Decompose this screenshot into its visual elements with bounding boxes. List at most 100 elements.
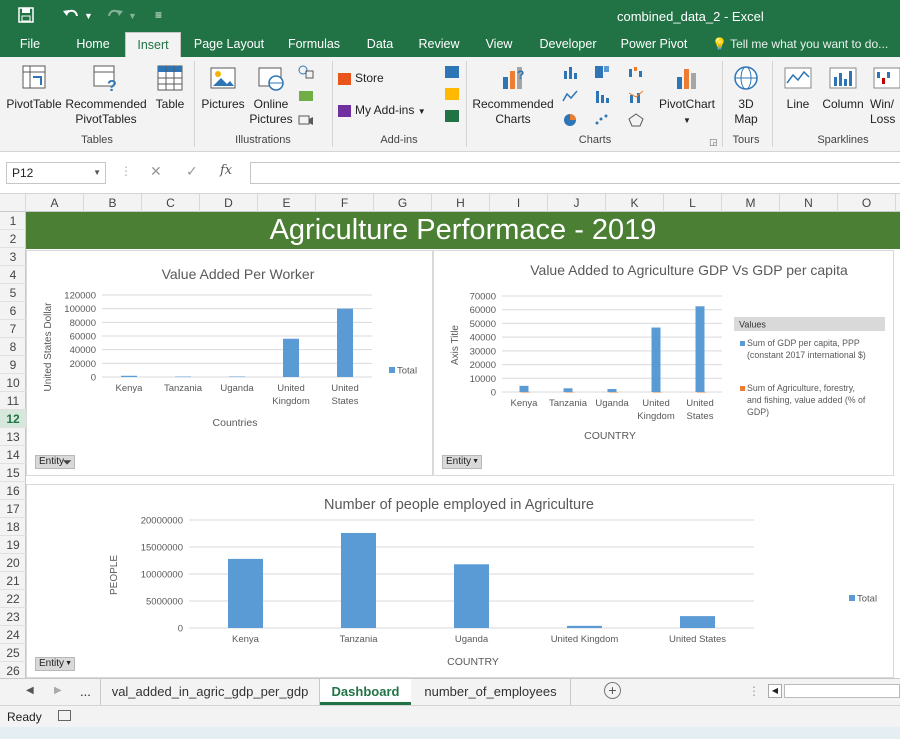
sparkline-column-button[interactable]: Column <box>818 63 868 112</box>
dialog-launcher-icon[interactable]: ◲ <box>709 137 718 148</box>
pivotchart-button[interactable]: PivotChart ▼ <box>656 63 718 128</box>
store-button[interactable]: Store <box>338 71 398 86</box>
tab-review[interactable]: Review <box>414 32 464 57</box>
row-header-18[interactable]: 18 <box>0 518 26 536</box>
pie-chart-icon[interactable] <box>562 113 578 127</box>
tab-splitter-icon[interactable]: ⋮ <box>748 684 760 698</box>
row-header-24[interactable]: 24 <box>0 626 26 644</box>
row-header-15[interactable]: 15 <box>0 464 26 482</box>
column-header-i[interactable]: I <box>490 194 548 212</box>
macro-record-icon[interactable] <box>58 710 71 721</box>
horizontal-scrollbar[interactable] <box>784 684 900 698</box>
tab-page-layout[interactable]: Page Layout <box>190 32 268 57</box>
row-header-10[interactable]: 10 <box>0 374 26 392</box>
row-header-22[interactable]: 22 <box>0 590 26 608</box>
people-graph-icon[interactable] <box>444 109 460 123</box>
chart-gdp-comparison[interactable]: Value Added to Agriculture GDP Vs GDP pe… <box>433 250 894 476</box>
column-header-j[interactable]: J <box>548 194 606 212</box>
row-header-3[interactable]: 3 <box>0 248 26 266</box>
name-box[interactable]: P12 ▼ <box>6 162 106 184</box>
tab-power-pivot[interactable]: Power Pivot <box>616 32 692 57</box>
bar-united-kingdom[interactable] <box>567 625 602 628</box>
tab-view[interactable]: View <box>478 32 520 57</box>
worksheet[interactable]: Agriculture Performace - 2019 Value Adde… <box>26 212 900 678</box>
scatter-chart-icon[interactable] <box>594 113 610 127</box>
column-header-n[interactable]: N <box>780 194 838 212</box>
row-header-21[interactable]: 21 <box>0 572 26 590</box>
radar-chart-icon[interactable] <box>628 113 644 127</box>
entity-filter-button[interactable]: Entity ⏷ <box>35 455 75 469</box>
redo-dropdown-icon[interactable]: ▼ <box>128 11 137 21</box>
smartart-icon[interactable] <box>298 89 314 103</box>
row-header-19[interactable]: 19 <box>0 536 26 554</box>
pivottable-button[interactable]: PivotTable <box>4 63 64 112</box>
bar-kenya[interactable] <box>519 385 529 392</box>
tab-file[interactable]: File <box>10 32 50 57</box>
visio-addin-icon[interactable] <box>444 65 460 79</box>
row-header-6[interactable]: 6 <box>0 302 26 320</box>
row-header-20[interactable]: 20 <box>0 554 26 572</box>
bar-uganda[interactable] <box>608 391 618 393</box>
undo-icon[interactable] <box>62 7 80 27</box>
3d-map-button[interactable]: 3D Map <box>726 63 766 127</box>
waterfall-chart-icon[interactable] <box>628 65 644 79</box>
bar-uganda[interactable] <box>229 376 245 378</box>
tell-me-search[interactable]: 💡 Tell me what you want to do... <box>712 32 888 57</box>
sparkline-line-button[interactable]: Line <box>778 63 818 112</box>
tab-formulas[interactable]: Formulas <box>283 32 345 57</box>
customize-toolbar-icon[interactable]: ≡ <box>155 8 162 22</box>
tab-insert[interactable]: Insert <box>125 32 181 57</box>
column-header-c[interactable]: C <box>142 194 200 212</box>
bar-kenya[interactable] <box>520 391 530 393</box>
sheet-tab-val-added[interactable]: val_added_in_agric_gdp_per_gdp <box>100 679 320 705</box>
entity-filter-button[interactable]: Entity ▼ <box>35 657 75 671</box>
bar-united-kingdom[interactable] <box>651 327 661 392</box>
cancel-icon[interactable]: ✕ <box>150 163 162 180</box>
recommended-pivottables-button[interactable]: ? Recommended PivotTables <box>64 63 148 127</box>
enter-icon[interactable]: ✓ <box>186 163 198 180</box>
statistic-chart-icon[interactable] <box>594 89 610 103</box>
column-header-g[interactable]: G <box>374 194 432 212</box>
bar-united-states[interactable] <box>695 306 705 392</box>
chart-value-added-per-worker[interactable]: Value Added Per Worker United States Doll… <box>26 250 433 476</box>
row-header-7[interactable]: 7 <box>0 320 26 338</box>
undo-dropdown-icon[interactable]: ▼ <box>84 11 93 21</box>
bar-united-kingdom[interactable] <box>283 338 299 377</box>
bar-tanzania[interactable] <box>175 376 191 378</box>
row-header-16[interactable]: 16 <box>0 482 26 500</box>
row-header-9[interactable]: 9 <box>0 356 26 374</box>
column-chart-icon[interactable] <box>562 65 578 79</box>
tab-data[interactable]: Data <box>360 32 400 57</box>
column-header-h[interactable]: H <box>432 194 490 212</box>
line-chart-icon[interactable] <box>562 89 578 103</box>
bing-maps-icon[interactable] <box>444 87 460 101</box>
save-icon[interactable] <box>18 7 34 27</box>
row-header-11[interactable]: 11 <box>0 392 26 410</box>
column-header-l[interactable]: L <box>664 194 722 212</box>
more-sheets-button[interactable]: ... <box>80 684 91 699</box>
select-all-corner[interactable] <box>0 194 26 212</box>
bar-united-states[interactable] <box>696 391 706 393</box>
row-header-8[interactable]: 8 <box>0 338 26 356</box>
my-addins-button[interactable]: My Add-ins ▼ <box>338 103 438 119</box>
hscroll-left-icon[interactable]: ◀ <box>768 684 782 698</box>
scroll-left-icon[interactable]: ◀ <box>26 685 34 696</box>
bar-tanzania[interactable] <box>341 532 376 628</box>
column-header-a[interactable]: A <box>26 194 84 212</box>
online-pictures-button[interactable]: Online Pictures <box>249 63 293 127</box>
row-header-4[interactable]: 4 <box>0 266 26 284</box>
screenshot-icon[interactable] <box>298 113 314 127</box>
bar-kenya[interactable] <box>228 558 263 628</box>
row-header-1[interactable]: 1 <box>0 212 26 230</box>
formula-input[interactable] <box>250 162 900 184</box>
bar-uganda[interactable] <box>454 564 489 628</box>
column-header-m[interactable]: M <box>722 194 780 212</box>
redo-icon[interactable] <box>106 7 124 27</box>
row-header-12[interactable]: 12 <box>0 410 26 428</box>
sparkline-winloss-button[interactable]: Win/ Loss <box>870 63 900 127</box>
column-header-k[interactable]: K <box>606 194 664 212</box>
pictures-button[interactable]: Pictures <box>200 63 246 112</box>
name-box-dropdown-icon[interactable]: ▼ <box>93 163 101 183</box>
bar-tanzania[interactable] <box>564 391 574 393</box>
column-header-b[interactable]: B <box>84 194 142 212</box>
